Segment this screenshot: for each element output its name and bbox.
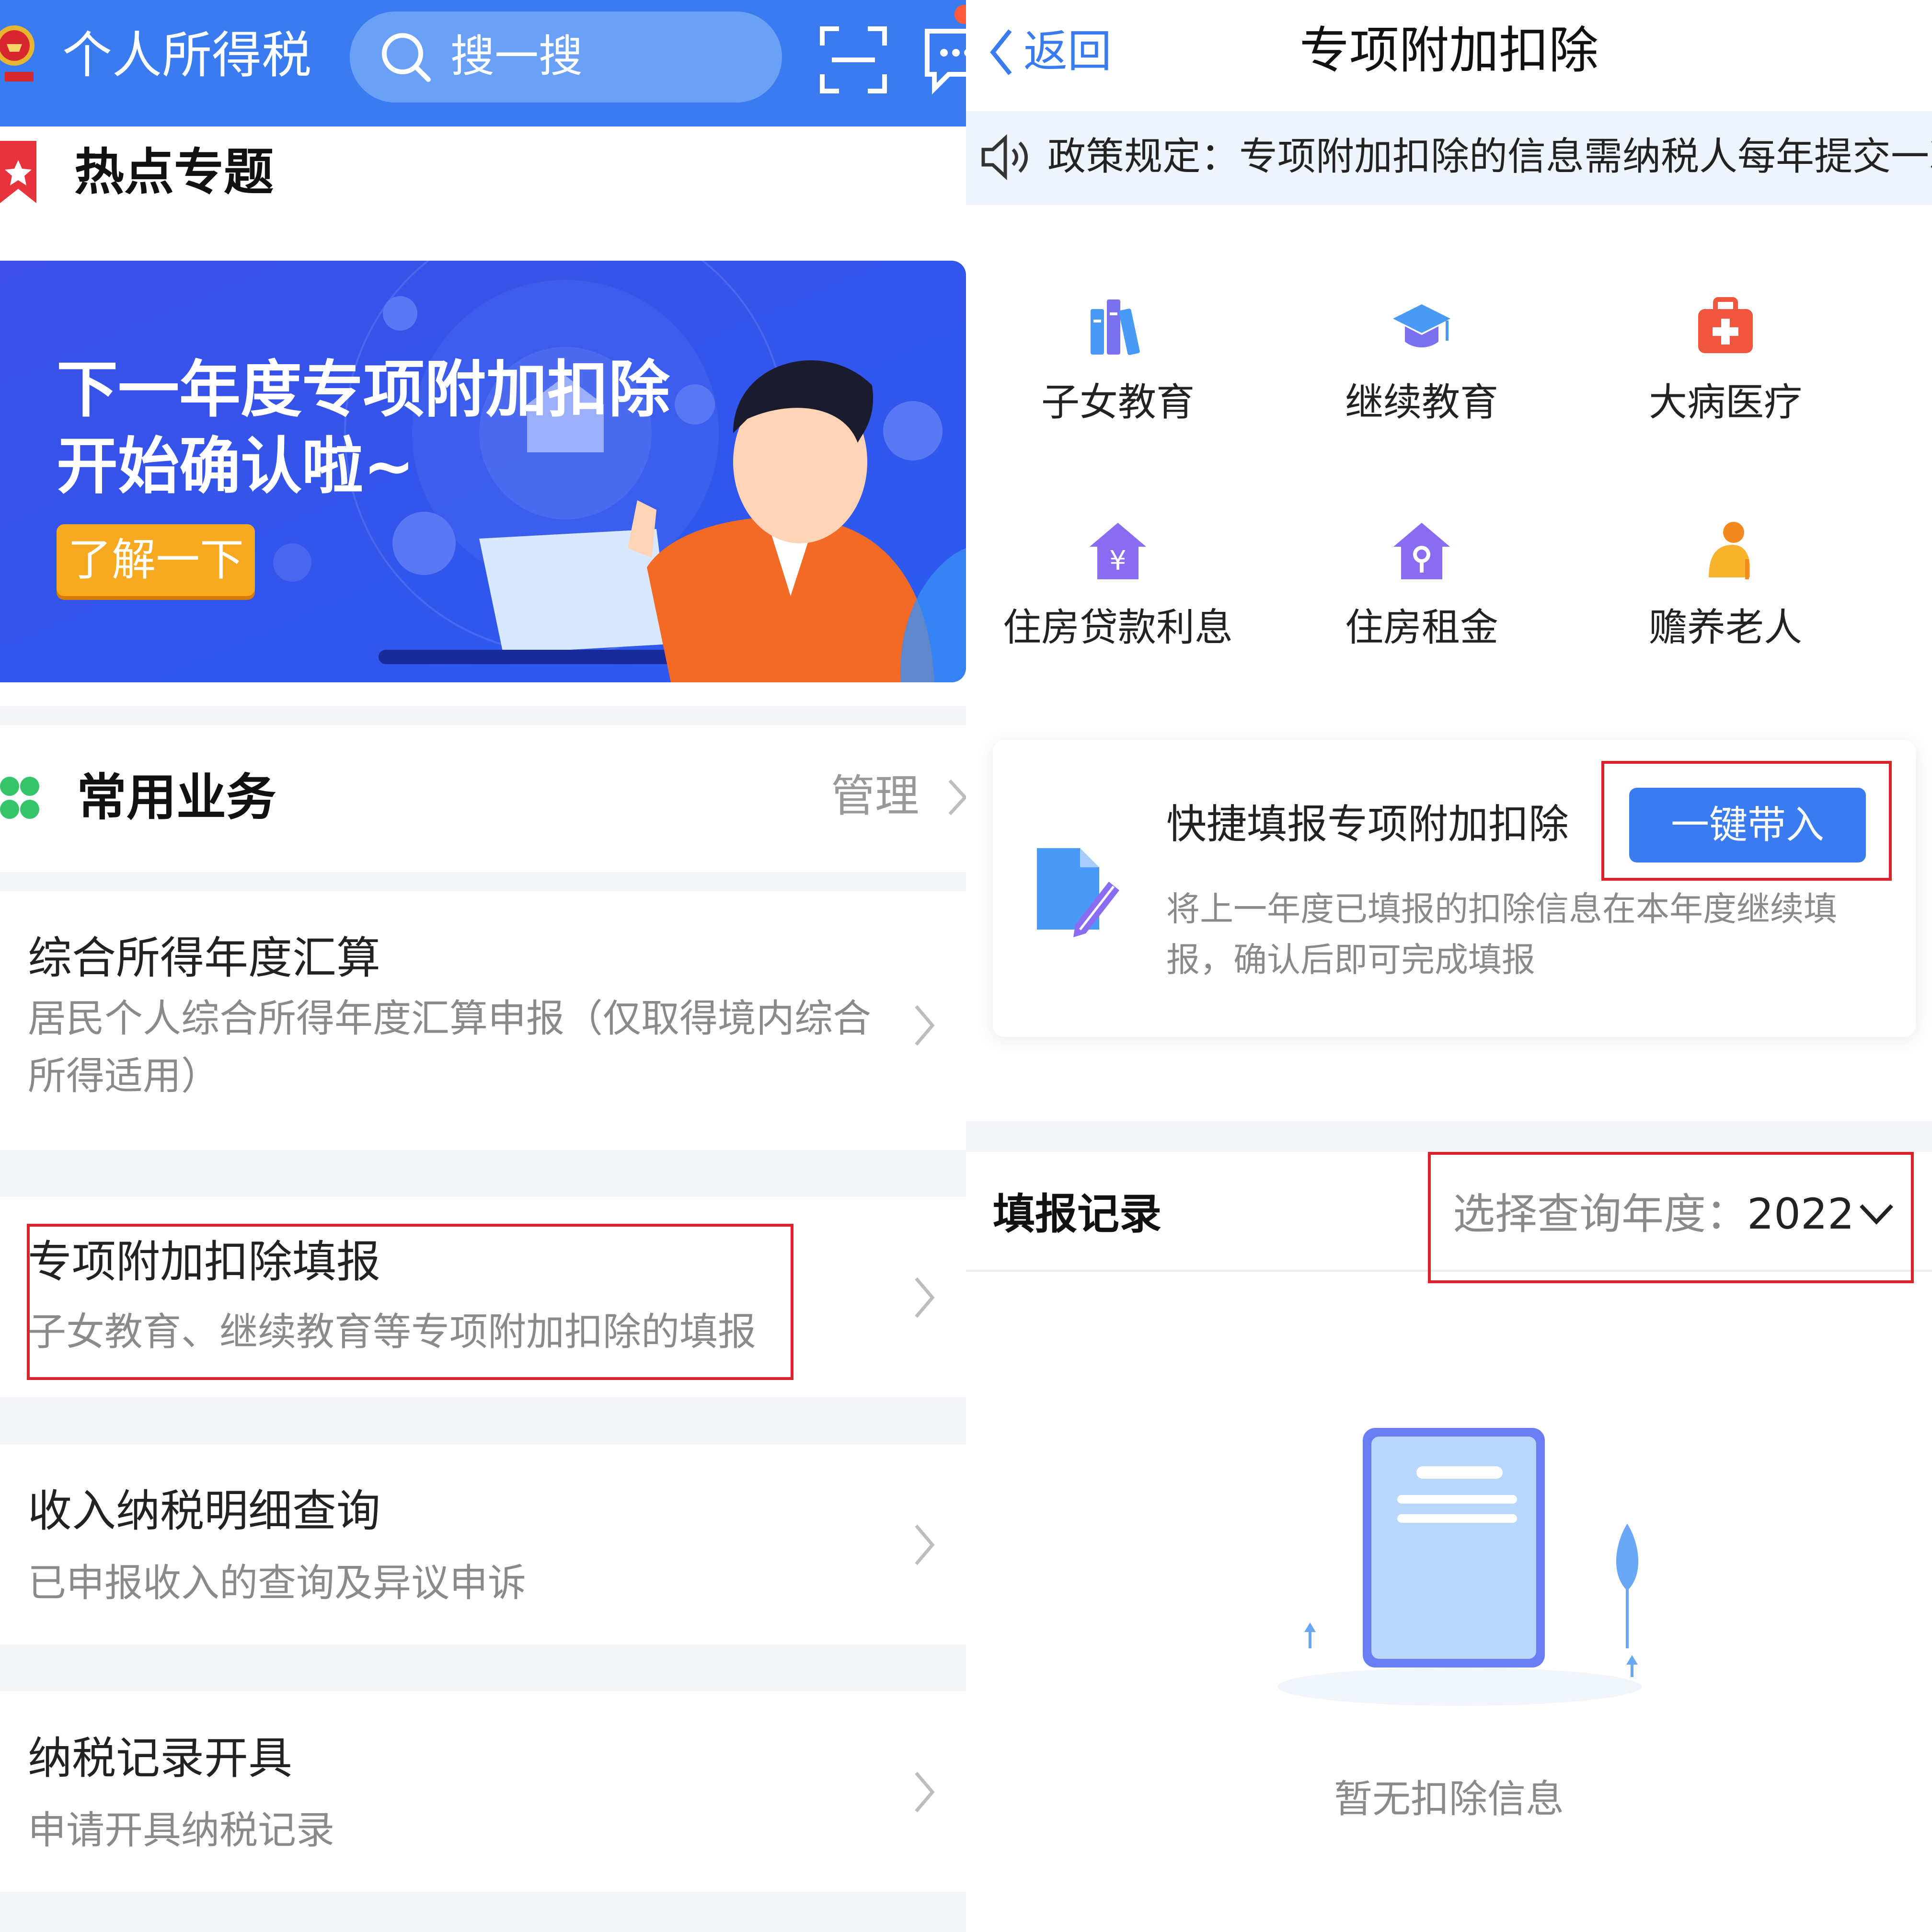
chevron-right-icon bbox=[915, 1277, 935, 1318]
graduation-cap-icon bbox=[1393, 304, 1450, 347]
records-header: 填报记录 选择查询年度： 2022 bbox=[966, 1152, 1932, 1283]
category-serious-illness[interactable]: 大病医疗 bbox=[1574, 295, 1877, 438]
banner-headline-1: 下一年度专项附加扣除 bbox=[57, 354, 670, 426]
search-bar[interactable]: 搜一搜 bbox=[350, 12, 782, 103]
tax-emblem-icon bbox=[0, 25, 34, 81]
records-title: 填报记录 bbox=[993, 1189, 1162, 1239]
category-children-education[interactable]: 子女教育 bbox=[966, 295, 1270, 438]
service-item-subtitle: 居民个人综合所得年度汇算申报（仅取得境内综合所得适用） bbox=[28, 996, 871, 1098]
policy-notice: 政策规定：专项附加扣除的信息需纳税人每年提交一次 bbox=[966, 111, 1932, 205]
books-icon bbox=[1091, 299, 1140, 355]
service-item-income-detail[interactable]: 收入纳税明细查询 已申报收入的查询及异议申诉 bbox=[0, 1444, 966, 1644]
category-elderly-support[interactable]: 赡养老人 bbox=[1574, 520, 1877, 664]
chevron-right-icon bbox=[915, 1005, 935, 1046]
service-item-annual-settlement[interactable]: 综合所得年度汇算 居民个人综合所得年度汇算申报（仅取得境内综合所得适用） bbox=[0, 891, 966, 1150]
category-continuing-education[interactable]: 继续教育 bbox=[1270, 295, 1574, 438]
section-divider bbox=[966, 1121, 1932, 1152]
bookmark-star-icon bbox=[0, 141, 36, 203]
search-placeholder: 搜一搜 bbox=[450, 31, 583, 82]
service-item-subtitle: 已申报收入的查询及异议申诉 bbox=[28, 1561, 526, 1605]
category-label: 继续教育 bbox=[1345, 380, 1498, 425]
chevron-right-icon bbox=[915, 1524, 935, 1565]
nav-bar: 返回 专项附加扣除 bbox=[966, 0, 1932, 111]
left-screen-home: 个人所得税 搜一搜 热点专题 下一年度专项附加扣除 开始确认啦~ 了解一下 常用… bbox=[0, 0, 966, 1932]
house-key-icon bbox=[1393, 523, 1450, 579]
service-item-special-deduction[interactable]: 专项附加扣除填报 子女教育、继续教育等专项附加扣除的填报 bbox=[0, 1197, 966, 1397]
grid-apps-icon bbox=[0, 777, 39, 819]
house-yen-icon: ¥ bbox=[1090, 523, 1146, 579]
empty-state-text: 暂无扣除信息 bbox=[1334, 1777, 1564, 1821]
service-item-subtitle: 申请开具纳税记录 bbox=[28, 1808, 334, 1852]
service-item-title: 收入纳税明细查询 bbox=[28, 1485, 381, 1537]
deduction-categories: 子女教育 继续教育 大病医疗 ¥ 住房贷款利息 住房租金 赡养老人 bbox=[966, 206, 1932, 719]
quick-fill-title: 快捷填报专项附加扣除 bbox=[1166, 801, 1569, 848]
manage-link[interactable]: 管理 bbox=[831, 768, 919, 825]
highlight-box bbox=[27, 1224, 794, 1380]
service-item-tax-record[interactable]: 纳税记录开具 申请开具纳税记录 bbox=[0, 1691, 966, 1892]
svg-text:¥: ¥ bbox=[1109, 545, 1127, 576]
category-housing-rent[interactable]: 住房租金 bbox=[1270, 520, 1574, 664]
medical-kit-icon bbox=[1698, 297, 1753, 353]
learn-more-button[interactable]: 了解一下 bbox=[57, 524, 255, 596]
elderly-person-icon bbox=[1709, 522, 1750, 579]
highlight-box bbox=[1601, 761, 1892, 881]
common-services-header: 常用业务 管理 bbox=[0, 725, 966, 872]
scan-icon[interactable] bbox=[817, 24, 889, 96]
category-label: 住房贷款利息 bbox=[1003, 605, 1233, 650]
service-item-title: 综合所得年度汇算 bbox=[28, 932, 381, 984]
promo-banner[interactable]: 下一年度专项附加扣除 开始确认啦~ 了解一下 bbox=[0, 261, 966, 682]
category-housing-loan-interest[interactable]: ¥ 住房贷款利息 bbox=[966, 520, 1270, 664]
policy-notice-text: 政策规定：专项附加扣除的信息需纳税人每年提交一次 bbox=[1047, 134, 1932, 179]
common-services-title: 常用业务 bbox=[77, 768, 276, 827]
speaker-icon bbox=[981, 134, 1028, 180]
app-title: 个人所得税 bbox=[62, 26, 312, 84]
quick-fill-description: 将上一年度已填报的扣除信息在本年度继续填报，确认后即可完成填报 bbox=[1166, 889, 1837, 979]
service-item-title: 纳税记录开具 bbox=[28, 1733, 293, 1784]
quick-fill-card: 快捷填报专项附加扣除 一键带入 将上一年度已填报的扣除信息在本年度继续填报，确认… bbox=[993, 740, 1916, 1037]
edit-document-icon bbox=[1037, 848, 1119, 937]
hot-topics-section: 热点专题 下一年度专项附加扣除 开始确认啦~ 了解一下 bbox=[0, 126, 966, 706]
search-icon bbox=[382, 33, 431, 82]
chevron-right-icon bbox=[948, 779, 966, 816]
banner-headline-2: 开始确认啦~ bbox=[57, 431, 415, 502]
message-icon[interactable] bbox=[920, 24, 966, 96]
category-label: 住房租金 bbox=[1345, 605, 1498, 650]
home-header: 个人所得税 搜一搜 bbox=[0, 0, 966, 126]
notification-dot bbox=[954, 5, 966, 24]
hot-topics-title: 热点专题 bbox=[74, 143, 274, 201]
empty-document-illustration bbox=[1277, 1428, 1642, 1706]
chevron-right-icon bbox=[915, 1771, 935, 1813]
right-screen-special-deduction: 返回 专项附加扣除 政策规定：专项附加扣除的信息需纳税人每年提交一次 子女教育 bbox=[966, 0, 1932, 1932]
highlight-box bbox=[1428, 1152, 1914, 1283]
page-title: 专项附加扣除 bbox=[1299, 21, 1598, 80]
category-label: 大病医疗 bbox=[1649, 380, 1802, 425]
category-label: 子女教育 bbox=[1041, 380, 1195, 425]
category-label: 赡养老人 bbox=[1649, 605, 1802, 650]
